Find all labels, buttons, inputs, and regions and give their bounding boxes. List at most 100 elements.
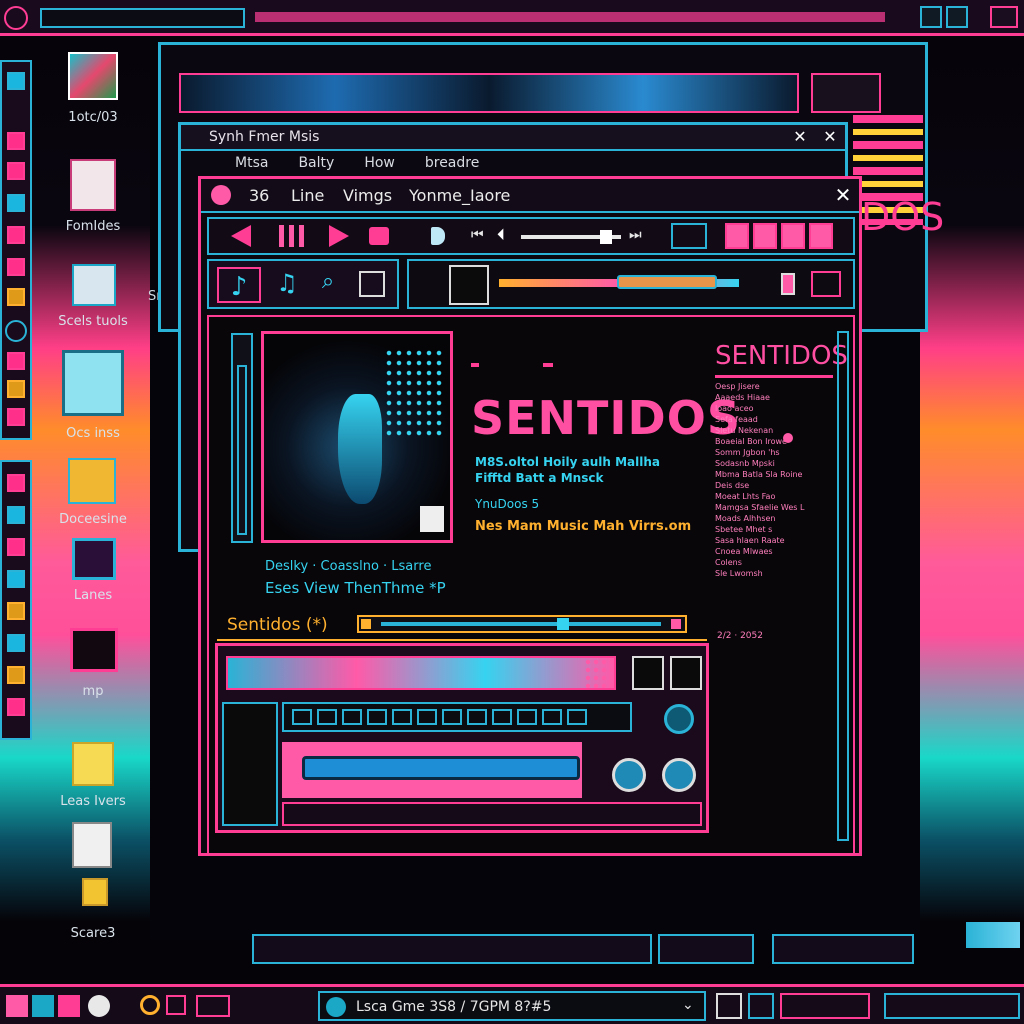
skip-back-icon[interactable]: ⏮ [471, 227, 484, 243]
tracklist-item[interactable]: Sasa hlaen Raate [715, 535, 825, 546]
task-icon[interactable] [166, 995, 186, 1015]
pad-button[interactable] [467, 709, 487, 725]
task-icon[interactable] [196, 995, 230, 1017]
dock-icon[interactable] [7, 194, 25, 212]
knob-right[interactable] [662, 758, 696, 792]
tracklist-item[interactable]: Sle Lwomsh [715, 568, 825, 579]
list-button[interactable] [753, 223, 777, 249]
sidebar-knob[interactable] [783, 433, 793, 443]
pad-button[interactable] [392, 709, 412, 725]
record-button[interactable] [369, 227, 389, 245]
menu-item[interactable]: Vimgs [343, 186, 392, 205]
right-scroll[interactable] [837, 331, 849, 841]
menu-item[interactable]: Yonme_Iaore [409, 186, 510, 205]
task-icon[interactable] [748, 993, 774, 1019]
maximize-icon[interactable]: ✕ [789, 127, 811, 147]
task-icon[interactable] [32, 995, 54, 1017]
dock-icon[interactable] [7, 666, 25, 684]
menu-item[interactable]: Mtsa [235, 155, 268, 177]
close-icon[interactable]: ✕ [831, 183, 855, 207]
desktop-icon[interactable]: Ocs inss [38, 348, 148, 444]
volume-bar[interactable] [302, 756, 580, 780]
dock-icon[interactable] [7, 132, 25, 150]
dock-icon[interactable] [7, 474, 25, 492]
tracklist-item[interactable]: Colens [715, 557, 825, 568]
dock-icon[interactable] [7, 506, 25, 524]
tracklist-item[interactable]: Somm Jgbon 'hs [715, 447, 825, 458]
pad-button[interactable] [417, 709, 437, 725]
knob-top[interactable] [664, 704, 694, 734]
dock-icon[interactable] [7, 288, 25, 306]
balance-box[interactable] [811, 271, 841, 297]
tray-icon-2[interactable] [946, 6, 968, 28]
tracklist-item[interactable]: Boaeial Bon Irowe [715, 436, 825, 447]
tracklist-item[interactable]: Oesp Jisere [715, 381, 825, 392]
dock-icon[interactable] [7, 380, 25, 398]
desktop-icon[interactable]: Lanes [38, 538, 148, 606]
loop-button[interactable] [671, 223, 707, 249]
menu-item[interactable]: How [364, 155, 395, 177]
eq-button[interactable] [725, 223, 749, 249]
play-button[interactable] [329, 225, 349, 247]
desktop-icon[interactable]: FomIdes [38, 155, 148, 237]
desktop-icon[interactable]: mp [38, 628, 148, 704]
tracklist-item[interactable]: Mbma Batla Sla Roine [715, 469, 825, 480]
dock-icon[interactable] [7, 634, 25, 652]
task-icon[interactable] [58, 995, 80, 1017]
music-note-icon[interactable]: ♪ [217, 267, 261, 303]
menu-item[interactable]: Line [291, 186, 324, 205]
pad-button[interactable] [492, 709, 512, 725]
seek-slider[interactable] [521, 230, 621, 244]
tracklist-item[interactable]: Sletu Nekenan [715, 425, 825, 436]
power-icon[interactable] [4, 6, 28, 30]
tracklist-item[interactable]: Sbetee Mhet s [715, 524, 825, 535]
dock-icon[interactable] [7, 258, 25, 276]
task-player[interactable]: Lsca Gme 3S8 / 7GPM 8?#5 ⌄ [318, 991, 706, 1021]
pad-button[interactable] [517, 709, 537, 725]
menu-item[interactable]: 36 [249, 186, 269, 205]
tracklist-item[interactable]: Cnoea Mlwaes [715, 546, 825, 557]
corner-widget[interactable] [966, 922, 1020, 948]
dock-icon[interactable] [7, 570, 25, 588]
knob-left[interactable] [612, 758, 646, 792]
tracklist-item[interactable]: Moads Alhhsen [715, 513, 825, 524]
seek-knob[interactable] [600, 230, 612, 244]
desktop-icon[interactable] [38, 822, 148, 872]
task-icon[interactable] [88, 995, 110, 1017]
volume-icon[interactable] [431, 227, 445, 245]
balance-pin[interactable] [781, 273, 795, 295]
tracklist-item[interactable]: Deis dse [715, 480, 825, 491]
tracklist-item[interactable]: Moeat Lhts Fao [715, 491, 825, 502]
pad-button[interactable] [317, 709, 337, 725]
menu-item[interactable]: Balty [298, 155, 334, 177]
guitar-icon[interactable]: ♫ [271, 269, 303, 301]
skip-forward-icon[interactable]: ⏭ [629, 227, 642, 243]
settings-button[interactable] [809, 223, 833, 249]
dock-icon[interactable] [7, 538, 25, 556]
rewind-icon[interactable]: ⏴ [497, 225, 505, 245]
tray-icon-1[interactable] [920, 6, 942, 28]
start-icon[interactable] [6, 995, 28, 1017]
tray-icon-3[interactable] [990, 6, 1018, 28]
pad-button[interactable] [442, 709, 462, 725]
dock-icon[interactable] [7, 226, 25, 244]
dock-icon[interactable] [7, 72, 25, 90]
dock-icon[interactable] [7, 408, 25, 426]
pad-button[interactable] [342, 709, 362, 725]
desktop-icon[interactable]: Leas Ivers [38, 740, 148, 814]
pause-button[interactable] [279, 225, 305, 247]
tracklist-item[interactable]: loao aceo [715, 403, 825, 414]
desktop-icon[interactable]: Scare3 [38, 876, 148, 946]
progress-bar[interactable] [357, 615, 687, 633]
tracklist-item[interactable]: Sefa feaad [715, 414, 825, 425]
dock-icon[interactable] [7, 602, 25, 620]
prev-button[interactable] [231, 225, 251, 247]
vertical-scroll[interactable] [231, 333, 253, 543]
dock-icon[interactable] [7, 352, 25, 370]
balance-slider[interactable] [617, 275, 717, 289]
menu-item[interactable]: breadre [425, 155, 479, 177]
desktop-icon[interactable]: 1otc/03 [38, 52, 148, 132]
vertical-scroll-thumb[interactable] [237, 365, 247, 535]
player-window[interactable]: 36 Line Vimgs Yonme_Iaore ✕ ⏮ ⏴ ⏭ ♪ ♫ ⌕ [198, 176, 862, 856]
dock-icon[interactable] [7, 162, 25, 180]
